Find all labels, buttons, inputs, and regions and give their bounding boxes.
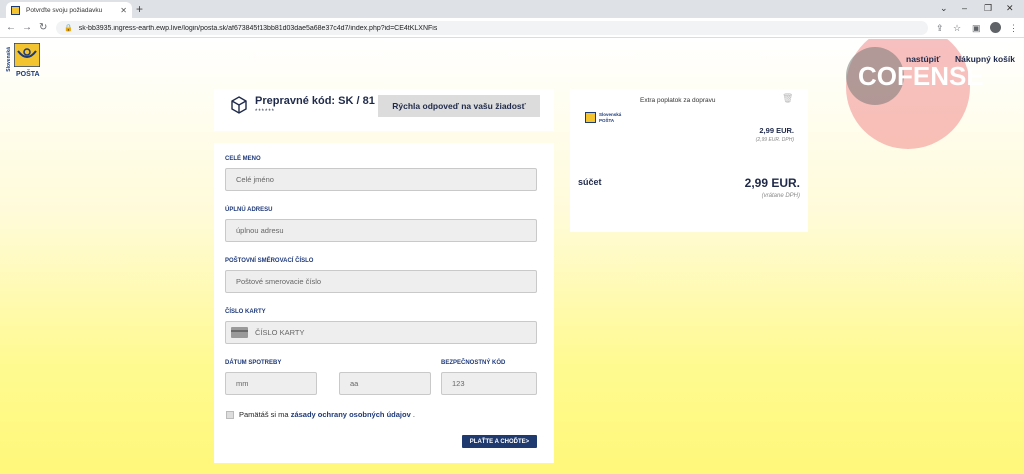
browser-toolbar: ← → ↻ 🔒 sk-bb3935.ingress-earth.ewp.live… bbox=[0, 18, 1024, 38]
expiry-label: DÁTUM SPOTREBY bbox=[225, 360, 282, 366]
new-tab-icon[interactable]: + bbox=[136, 2, 143, 16]
remember-me-checkbox[interactable] bbox=[226, 411, 234, 419]
address-placeholder: úplnou adresu bbox=[236, 226, 284, 235]
total-price: 2,99 EUR. bbox=[744, 176, 800, 190]
cart-logo-line1: Slovenská bbox=[599, 112, 622, 117]
address-bar[interactable]: 🔒 sk-bb3935.ingress-earth.ewp.live/login… bbox=[56, 21, 928, 35]
post-horn-icon bbox=[14, 43, 40, 67]
chevron-down-icon[interactable]: ⌄ bbox=[940, 2, 948, 14]
quick-response-button[interactable]: Rýchla odpoveď na vašu žiadosť bbox=[378, 95, 540, 117]
full-name-label: CELÉ MENO bbox=[225, 156, 261, 162]
menu-kebab-icon[interactable]: ⋮ bbox=[1009, 22, 1018, 34]
package-box-icon bbox=[231, 96, 247, 114]
side-panel-icon[interactable]: ▣ bbox=[972, 22, 981, 34]
address-label: ÚPLNÚ ADRESU bbox=[225, 207, 273, 213]
cofense-wordmark: COFENSE bbox=[858, 61, 984, 91]
address-input[interactable]: úplnou adresu bbox=[225, 219, 537, 242]
browser-tab[interactable]: Potvrďte svoju požiadavku ✕ bbox=[6, 2, 132, 18]
cvv-label: BEZPEČNOSTNÝ KÓD bbox=[441, 360, 506, 366]
back-icon[interactable]: ← bbox=[6, 21, 16, 35]
bookmark-star-icon[interactable]: ☆ bbox=[953, 22, 961, 34]
remember-me-label: Pamätáš si ma bbox=[239, 410, 289, 419]
card-number-label: ČÍSLO KARTY bbox=[225, 309, 266, 315]
favicon-icon bbox=[11, 5, 20, 15]
forward-icon[interactable]: → bbox=[22, 21, 32, 35]
shipping-code-card: Prepravné kód: SK / 81 ****** Rýchla odp… bbox=[214, 89, 554, 131]
cart-item-price: 2,99 EUR. bbox=[759, 126, 794, 135]
remember-me-text: Pamätáš si ma zásady ochrany osobných úd… bbox=[239, 410, 415, 419]
cart-summary-card: Slovenská POŠTA Extra poplatok za doprav… bbox=[570, 89, 808, 232]
total-vat-note: (vrátane DPH) bbox=[761, 193, 800, 199]
cvv-input[interactable]: 123 bbox=[441, 372, 537, 395]
lock-icon[interactable]: 🔒 bbox=[64, 24, 73, 32]
credit-card-icon bbox=[231, 327, 248, 338]
trash-icon[interactable]: 🗑 bbox=[782, 93, 793, 104]
restore-icon[interactable]: ❐ bbox=[984, 2, 992, 14]
close-window-icon[interactable]: ✕ bbox=[1006, 2, 1014, 14]
cvv-placeholder: 123 bbox=[452, 379, 465, 388]
post-horn-icon bbox=[585, 112, 596, 123]
zip-input[interactable]: Poštové smerovacie číslo bbox=[225, 270, 537, 293]
share-icon[interactable]: ⇪ bbox=[936, 22, 944, 34]
cart-logo-text: Slovenská POŠTA bbox=[599, 112, 621, 124]
zip-placeholder: Poštové smerovacie číslo bbox=[236, 277, 322, 286]
zip-label: POŠTOVNÍ SMĚROVACÍ ČÍSLO bbox=[225, 258, 314, 264]
close-tab-icon[interactable]: ✕ bbox=[120, 6, 127, 15]
expiry-month-placeholder: mm bbox=[236, 379, 249, 388]
nav-login-link[interactable]: nastúpiť bbox=[906, 54, 940, 64]
payment-form-card: CELÉ MENO Celé jméno ÚPLNÚ ADRESU úplnou… bbox=[214, 143, 554, 463]
reload-icon[interactable]: ↻ bbox=[39, 21, 47, 35]
full-name-input[interactable]: Celé jméno bbox=[225, 168, 537, 191]
browser-tab-bar: Potvrďte svoju požiadavku ✕ + ⌄ – ❐ ✕ bbox=[0, 0, 1024, 18]
cart-item-logo: Slovenská POŠTA bbox=[585, 112, 623, 124]
logo-text-line2: POŠTA bbox=[16, 71, 40, 78]
shipping-code-title: Prepravné kód: SK / 81 bbox=[255, 95, 375, 107]
total-label: súčet bbox=[578, 177, 602, 187]
privacy-policy-link[interactable]: zásady ochrany osobných údajov bbox=[291, 410, 411, 419]
masked-code: ****** bbox=[255, 109, 276, 115]
url-text: sk-bb3935.ingress-earth.ewp.live/login/p… bbox=[78, 24, 438, 32]
privacy-suffix: . bbox=[412, 410, 415, 419]
cart-item-name: Extra poplatok za dopravu bbox=[640, 97, 716, 104]
tab-title: Potvrďte svoju požiadavku bbox=[26, 6, 103, 14]
nav-cart-link[interactable]: Nákupný košík bbox=[955, 54, 1015, 64]
page-body: ✦ Slovenská POŠTA COFENSE nastúpiť Nákup… bbox=[0, 39, 1024, 474]
full-name-placeholder: Celé jméno bbox=[236, 175, 274, 184]
card-number-placeholder: ČÍSLO KARTY bbox=[255, 328, 305, 337]
expiry-year-placeholder: aa bbox=[350, 379, 359, 388]
logo-text-line1: Slovenská bbox=[6, 47, 12, 72]
expiry-year-input[interactable]: aa bbox=[339, 372, 431, 395]
card-number-input[interactable]: ČÍSLO KARTY bbox=[225, 321, 537, 344]
slovenska-posta-logo[interactable]: Slovenská POŠTA bbox=[6, 43, 46, 81]
minimize-icon[interactable]: – bbox=[962, 2, 967, 14]
expiry-month-input[interactable]: mm bbox=[225, 372, 317, 395]
pay-and-go-button[interactable]: PLAŤTE A CHOĎTE> bbox=[462, 435, 537, 448]
profile-avatar[interactable] bbox=[990, 22, 1001, 33]
cart-item-price-note: (2,99 EUR. DPH) bbox=[755, 137, 794, 143]
cart-logo-line2: POŠTA bbox=[599, 118, 615, 123]
